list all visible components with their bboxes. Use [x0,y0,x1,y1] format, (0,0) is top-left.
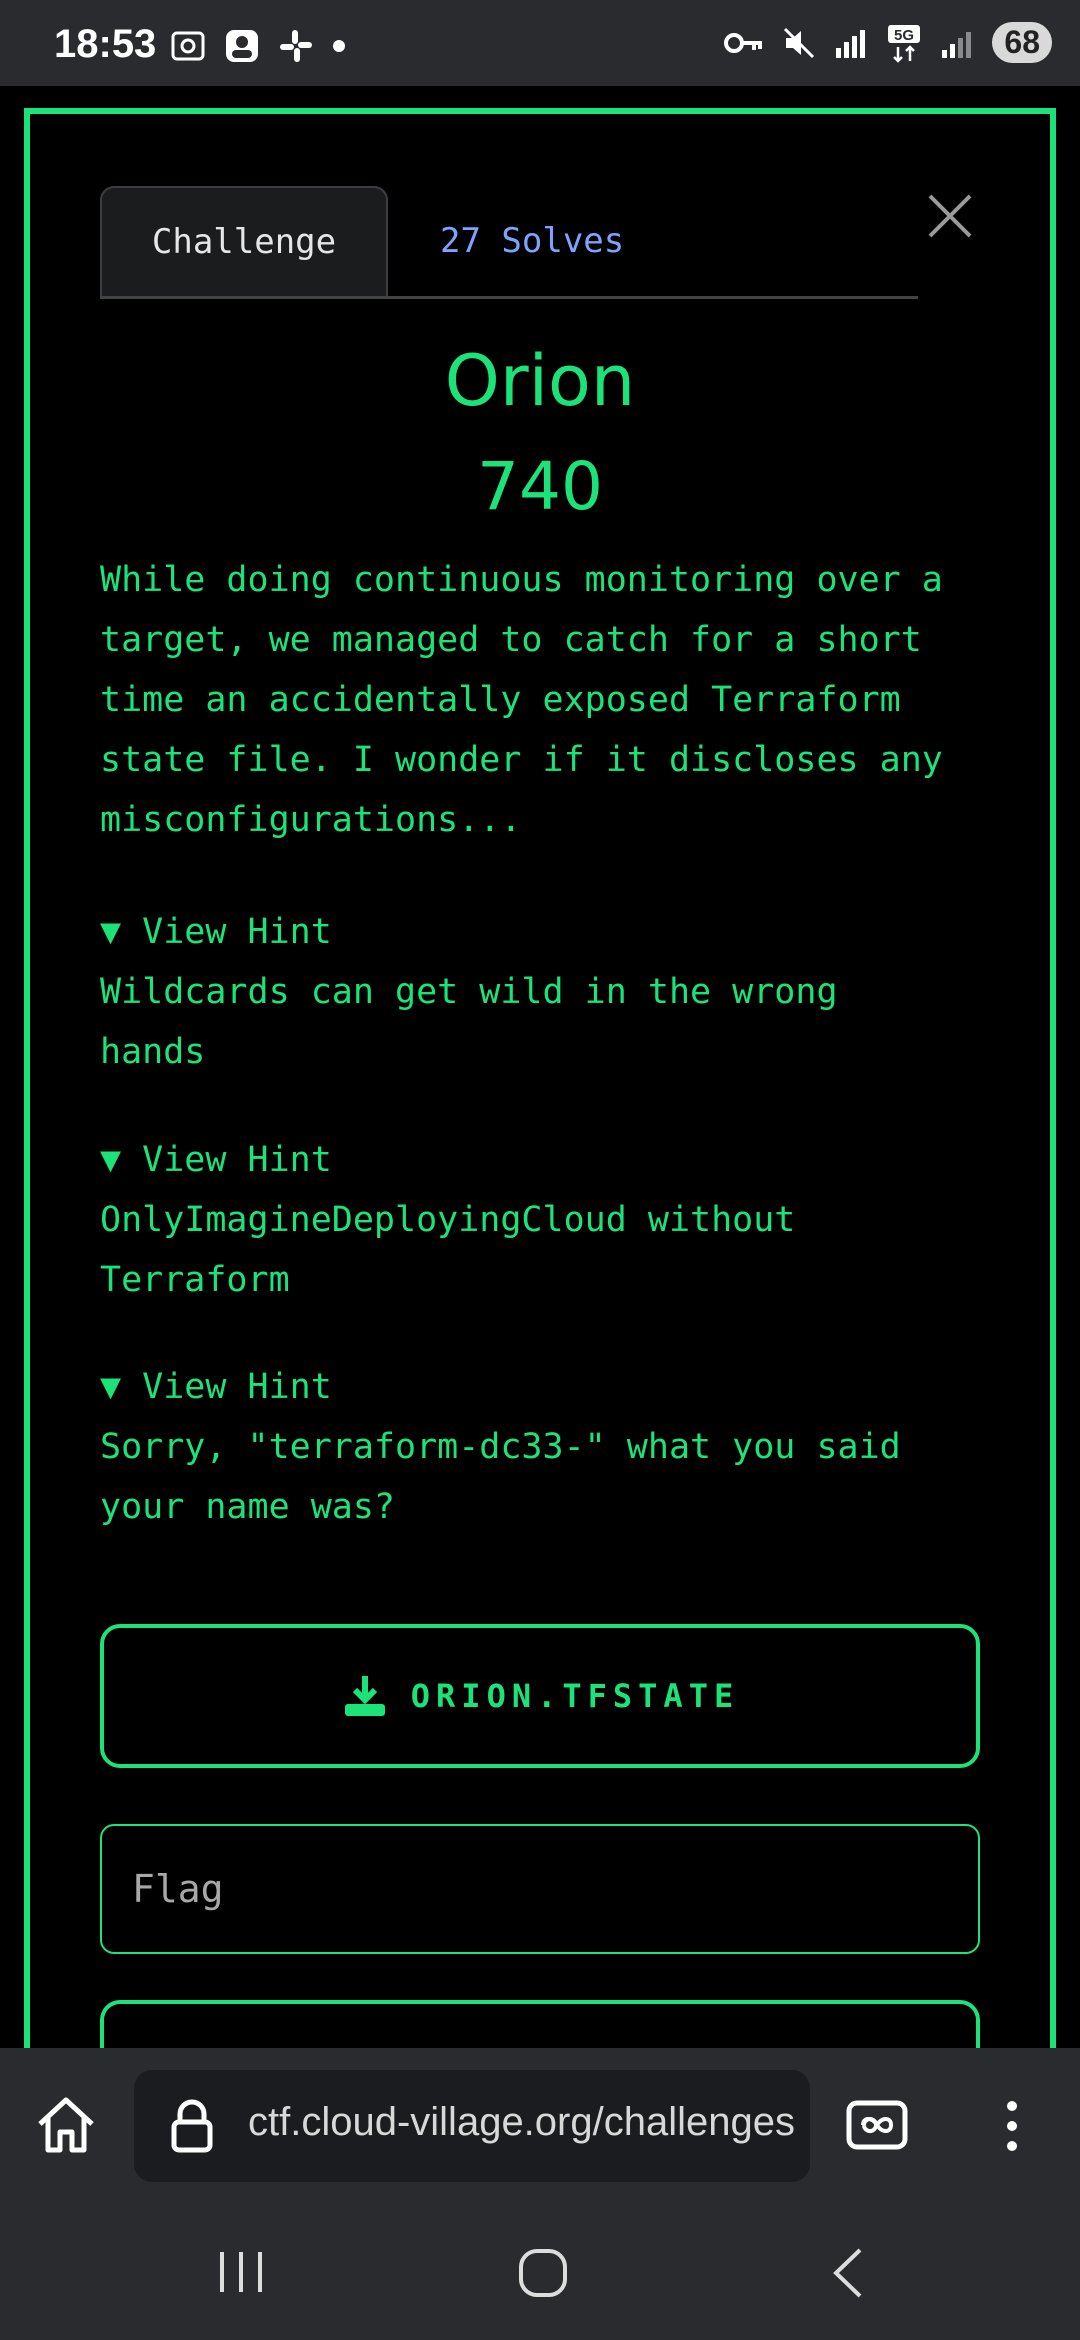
hint-text: Wildcards can get wild in the wrong hand… [100,972,838,1072]
hint-text: Sorry, "terraform-dc33-" what you said y… [100,1427,901,1527]
hint-2: ▼ View Hint OnlyImagineDeployingCloud wi… [100,1130,1000,1310]
signal-icon [942,31,972,58]
flag-input[interactable] [100,1824,980,1954]
challenge-tabs: Challenge 27 Solves [100,186,918,299]
svg-text:5G: 5G [894,27,914,44]
challenge-title: Orion [444,340,636,422]
home-nav-icon[interactable] [518,2248,568,2298]
photo-icon [226,30,258,62]
hint-toggle[interactable]: ▼ View Hint [100,1130,1000,1190]
notification-icons [170,28,346,64]
battery-indicator: 68 [992,22,1052,63]
vpn-key-icon [724,32,763,53]
tab-challenge[interactable]: Challenge [100,186,388,296]
lock-icon [171,2099,213,2153]
tab-switcher-icon[interactable] [846,2100,908,2150]
recent-apps-icon[interactable] [216,2250,266,2294]
download-file-button[interactable]: ORION.TFSTATE [100,1624,980,1768]
hint-text: OnlyImagineDeployingCloud without Terraf… [100,1200,796,1300]
screenshot-icon [171,31,205,61]
hint-3: ▼ View Hint Sorry, "terraform-dc33-" wha… [100,1357,1000,1537]
address-bar[interactable]: ctf.cloud-village.org/challenges [134,2070,810,2182]
browser-toolbar: ctf.cloud-village.org/challenges [0,2048,1080,2202]
download-icon [344,1676,385,1716]
system-icons: 5G 68 [724,22,1052,63]
mute-icon [784,27,815,58]
challenge-description: While doing continuous monitoring over a… [100,560,943,840]
back-icon[interactable] [828,2246,868,2300]
hint-1: ▼ View Hint Wildcards can get wild in th… [100,902,1000,1082]
dot-icon [333,40,345,52]
download-file-label: ORION.TFSTATE [410,1677,740,1715]
tab-solves[interactable]: 27 Solves [440,186,624,296]
challenge-points: 740 [477,448,603,525]
status-time: 18:53 [54,22,157,66]
5g-icon: 5G [888,24,921,63]
status-bar: 18:53 5G 68 [0,0,1080,86]
home-icon[interactable] [34,2094,98,2154]
more-options-icon[interactable] [1000,2098,1024,2154]
signal-r-icon [836,29,866,58]
hint-toggle[interactable]: ▼ View Hint [100,902,1000,962]
slack-icon [280,30,312,62]
hint-toggle[interactable]: ▼ View Hint [100,1357,1000,1417]
close-icon[interactable] [922,188,978,244]
url-text: ctf.cloud-village.org/challenges [248,2100,795,2144]
system-navigation-bar [0,2202,1080,2340]
